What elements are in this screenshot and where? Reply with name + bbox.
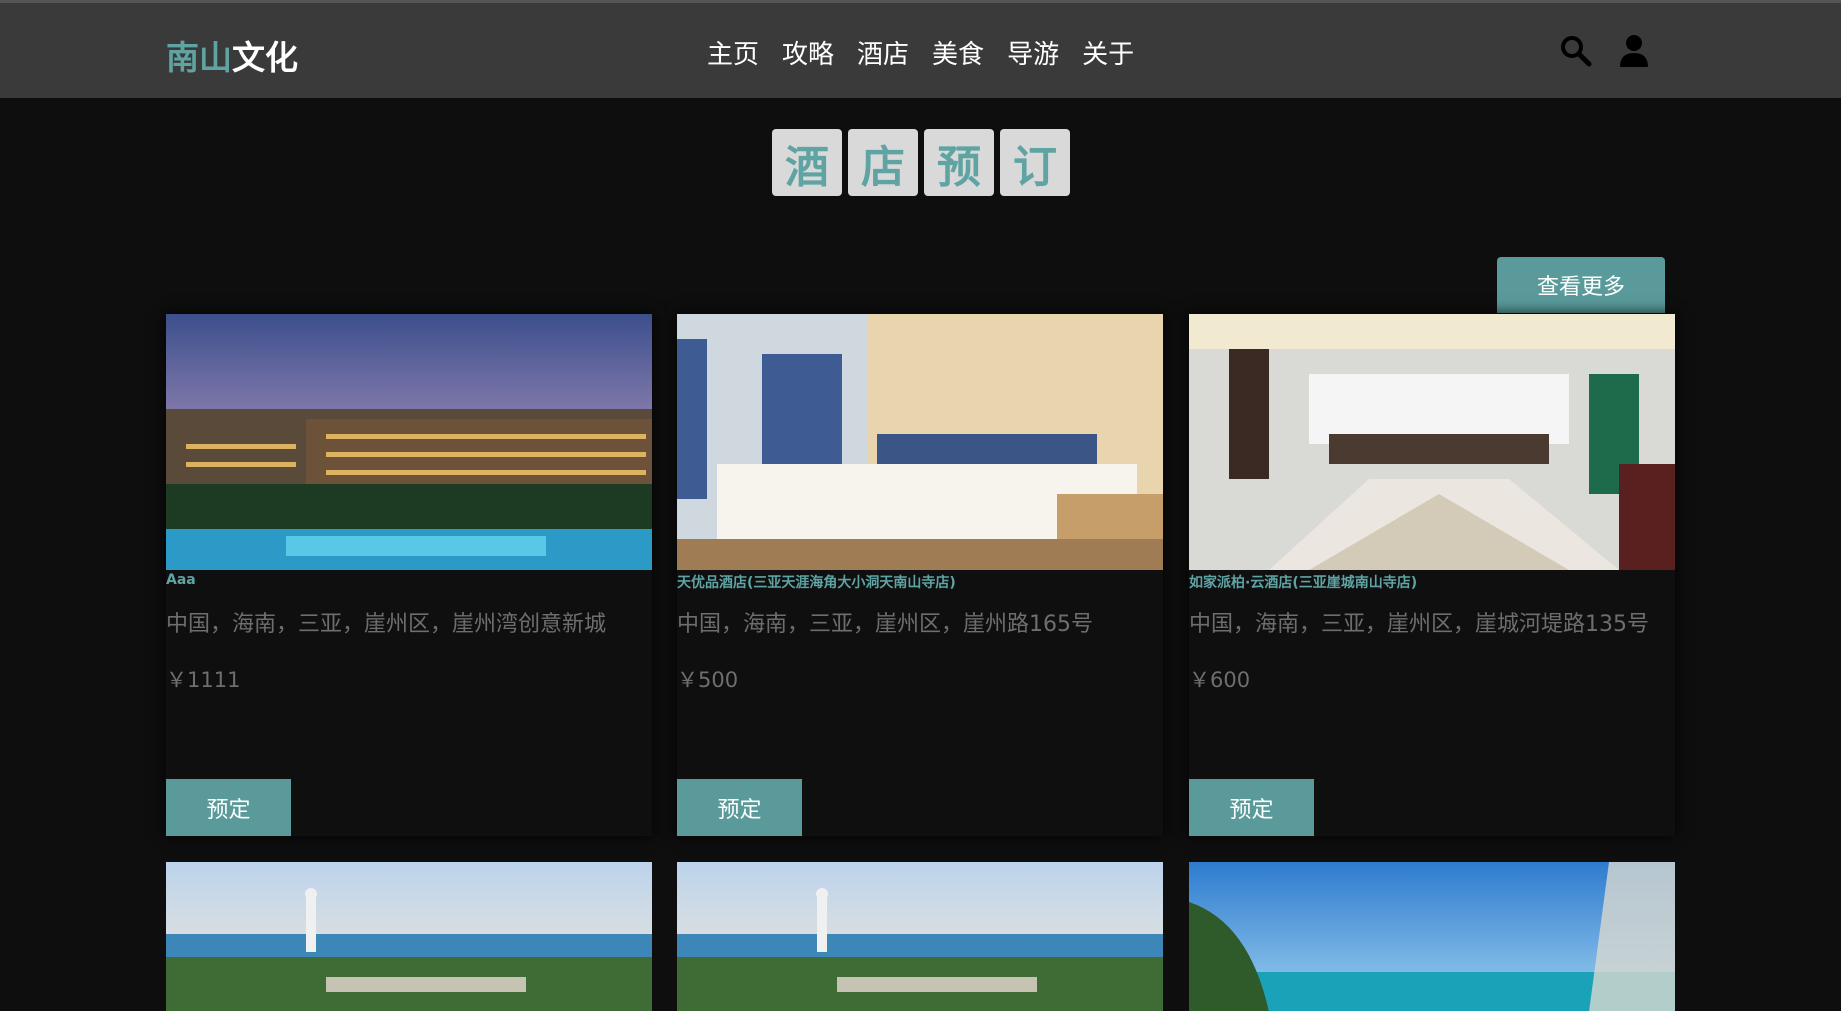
- hotel-card: Aaa 中国，海南，三亚，崖州区，崖州湾创意新城 ￥1111 预定: [166, 314, 652, 836]
- hotel-card: 天优品酒店(三亚天涯海角大小洞天南山寺店) 中国，海南，三亚，崖州区，崖州路16…: [677, 314, 1163, 836]
- hotel-price: ￥1111: [166, 668, 241, 692]
- hotel-name[interactable]: 如家派柏·云酒店(三亚崖城南山寺店): [1189, 572, 1417, 592]
- hotel-price: ￥500: [677, 668, 739, 692]
- hotel-card-image[interactable]: [1189, 862, 1675, 1011]
- book-button[interactable]: 预定: [166, 779, 291, 836]
- book-button[interactable]: 预定: [677, 779, 802, 836]
- hotel-card-image[interactable]: [166, 862, 652, 1011]
- hotel-address: 中国，海南，三亚，崖州区，崖州路165号: [677, 612, 1093, 637]
- heading-char: 酒: [772, 129, 842, 196]
- nav-tour-guide[interactable]: 导游: [1007, 34, 1059, 71]
- brand-logo[interactable]: 南山文化: [166, 31, 298, 79]
- main-nav: 主页 攻略 酒店 美食 导游 关于: [707, 34, 1134, 71]
- heading-char: 订: [1000, 129, 1070, 196]
- hotel-address: 中国，海南，三亚，崖州区，崖城河堤路135号: [1189, 612, 1649, 637]
- hotel-price: ￥600: [1189, 668, 1251, 692]
- brand-part1: 南山: [166, 38, 232, 77]
- top-navbar: 南山文化 主页 攻略 酒店 美食 导游 关于: [0, 0, 1841, 98]
- view-more-button[interactable]: 查看更多: [1497, 257, 1665, 313]
- hotel-card-image[interactable]: [677, 862, 1163, 1011]
- search-icon[interactable]: [1559, 33, 1593, 69]
- hotel-image[interactable]: [677, 314, 1163, 570]
- user-icon[interactable]: [1617, 33, 1651, 69]
- nav-food[interactable]: 美食: [932, 34, 984, 71]
- hotel-address: 中国，海南，三亚，崖州区，崖州湾创意新城: [166, 612, 607, 637]
- hotel-image[interactable]: [1189, 314, 1675, 570]
- book-button[interactable]: 预定: [1189, 779, 1314, 836]
- hotel-name[interactable]: 天优品酒店(三亚天涯海角大小洞天南山寺店): [677, 572, 956, 592]
- nav-about[interactable]: 关于: [1082, 34, 1134, 71]
- nav-guides[interactable]: 攻略: [782, 34, 834, 71]
- section-heading: 酒 店 预 订: [772, 129, 1070, 196]
- hotel-name[interactable]: Aaa: [166, 572, 196, 588]
- hotel-card: 如家派柏·云酒店(三亚崖城南山寺店) 中国，海南，三亚，崖州区，崖城河堤路135…: [1189, 314, 1675, 836]
- nav-home[interactable]: 主页: [707, 34, 759, 71]
- heading-char: 店: [848, 129, 918, 196]
- nav-hotels[interactable]: 酒店: [857, 34, 909, 71]
- brand-part2: 文化: [232, 38, 298, 77]
- hotel-image[interactable]: [166, 314, 652, 570]
- heading-char: 预: [924, 129, 994, 196]
